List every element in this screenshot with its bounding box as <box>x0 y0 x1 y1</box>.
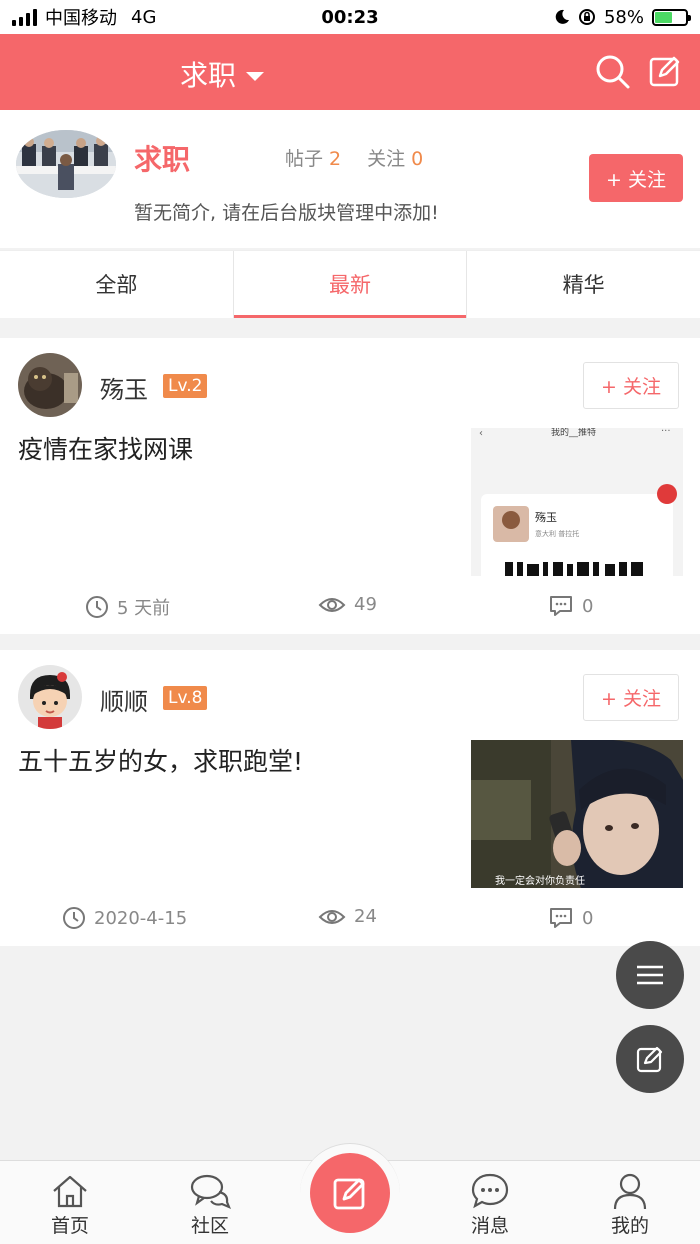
followers-count: 0 <box>411 148 424 170</box>
post-views: 49 <box>318 594 377 615</box>
tab-all[interactable]: 全部 <box>0 251 234 318</box>
moon-icon <box>555 9 569 24</box>
post-footer: 2020-4-15 24 0 <box>0 902 700 938</box>
posts-count: 2 <box>329 148 342 170</box>
thumb-name: 殇玉 <box>535 510 557 524</box>
caret-down-icon <box>246 71 265 81</box>
post-time-text: 5 天前 <box>117 598 171 619</box>
post-views: 24 <box>318 906 377 927</box>
thumb-sub: 意大利 普拉托 <box>535 529 579 538</box>
orientation-lock-icon <box>578 9 595 25</box>
post-card[interactable]: 顺顺 Lv.8 + 关注 五十五岁的女，求职跑堂! 我一定会对你负责任 2020… <box>0 650 700 946</box>
menu-icon <box>637 965 663 985</box>
header-title: 求职 <box>180 59 237 92</box>
nav-community[interactable]: 社区 <box>170 1171 250 1238</box>
post-title[interactable]: 疫情在家找网课 <box>18 430 193 466</box>
post-views-count: 24 <box>354 906 377 927</box>
level-badge: Lv.2 <box>163 374 208 398</box>
tab-latest[interactable]: 最新 <box>233 251 468 318</box>
board-selector[interactable]: 求职 <box>180 54 265 94</box>
post-footer: 5 天前 49 0 <box>0 590 700 626</box>
top-header: 求职 <box>0 34 700 110</box>
compose-button[interactable] <box>648 54 684 90</box>
thumb-caption: 我一定会对你负责任 <box>495 874 585 887</box>
nav-profile-label: 我的 <box>610 1215 649 1237</box>
post-time-text: 2020-4-15 <box>94 907 188 929</box>
signal-icon <box>12 8 37 26</box>
board-stats: 帖子 2 关注 0 <box>285 144 443 171</box>
center-compose-button[interactable] <box>310 1153 390 1233</box>
post-views-count: 49 <box>354 594 377 615</box>
nav-community-label: 社区 <box>190 1215 229 1237</box>
post-title[interactable]: 五十五岁的女，求职跑堂! <box>18 742 303 778</box>
avatar[interactable] <box>18 665 82 729</box>
board-description: 暂无简介, 请在后台版块管理中添加! <box>134 202 439 224</box>
battery-icon <box>652 8 691 26</box>
search-icon <box>596 55 630 89</box>
post-comments-count: 0 <box>582 907 594 929</box>
level-badge: Lv.8 <box>163 686 208 710</box>
post-thumbnail[interactable]: ‹ 我的__推特 ··· 殇玉 意大利 普拉托 <box>471 428 683 576</box>
nav-messages[interactable]: 消息 <box>450 1171 530 1238</box>
tab-bar: 全部 最新 精华 <box>0 250 700 318</box>
follow-board-button[interactable]: + 关注 <box>589 154 683 202</box>
comment-icon <box>550 908 572 928</box>
status-bar: 中国移动 4G 00:23 58% <box>0 0 700 34</box>
post-comments-count: 0 <box>582 595 594 617</box>
comment-icon <box>550 596 572 616</box>
follow-user-button[interactable]: + 关注 <box>583 362 679 409</box>
nav-home-label: 首页 <box>50 1215 89 1237</box>
carrier-name: 中国移动 <box>45 8 117 29</box>
clock-icon <box>63 907 85 929</box>
post-thumbnail[interactable]: 我一定会对你负责任 <box>471 740 683 888</box>
post-author[interactable]: 殇玉 <box>100 370 148 405</box>
post-time: 5 天前 <box>85 594 170 620</box>
followers-label: 关注 <box>367 148 406 170</box>
user-icon <box>613 1173 647 1210</box>
battery-percent: 58% <box>603 6 644 28</box>
tab-featured[interactable]: 精华 <box>467 251 700 318</box>
svg-text:‹: ‹ <box>479 428 483 439</box>
search-button[interactable] <box>595 54 631 90</box>
compose-fab[interactable] <box>616 1025 684 1093</box>
board-name: 求职 <box>134 143 191 176</box>
post-card[interactable]: 殇玉 Lv.2 + 关注 疫情在家找网课 ‹ 我的__推特 ··· 殇玉 意大利… <box>0 338 700 634</box>
menu-fab[interactable] <box>616 941 684 1009</box>
posts-label: 帖子 <box>285 148 324 170</box>
post-comments[interactable]: 0 <box>548 906 593 930</box>
svg-text:···: ··· <box>661 428 671 437</box>
avatar[interactable] <box>18 353 82 417</box>
edit-icon <box>333 1178 365 1210</box>
thumb-header: 我的__推特 <box>551 428 596 438</box>
edit-icon <box>649 56 680 87</box>
board-avatar <box>16 130 116 198</box>
post-comments[interactable]: 0 <box>548 594 593 618</box>
eye-icon <box>318 597 346 612</box>
network-type: 4G <box>131 6 157 28</box>
message-icon <box>471 1173 509 1209</box>
post-author[interactable]: 顺顺 <box>100 682 148 717</box>
post-time: 2020-4-15 <box>62 906 187 930</box>
home-icon <box>53 1175 87 1208</box>
nav-messages-label: 消息 <box>470 1215 509 1237</box>
nav-home[interactable]: 首页 <box>30 1171 110 1238</box>
board-info: 求职 帖子 2 关注 0 暂无简介, 请在后台版块管理中添加! + 关注 <box>0 110 700 248</box>
nav-profile[interactable]: 我的 <box>590 1171 670 1238</box>
clock-icon <box>86 596 108 618</box>
chat-bubbles-icon <box>190 1174 231 1210</box>
edit-icon <box>636 1046 663 1073</box>
eye-icon <box>318 909 346 924</box>
follow-user-button[interactable]: + 关注 <box>583 674 679 721</box>
